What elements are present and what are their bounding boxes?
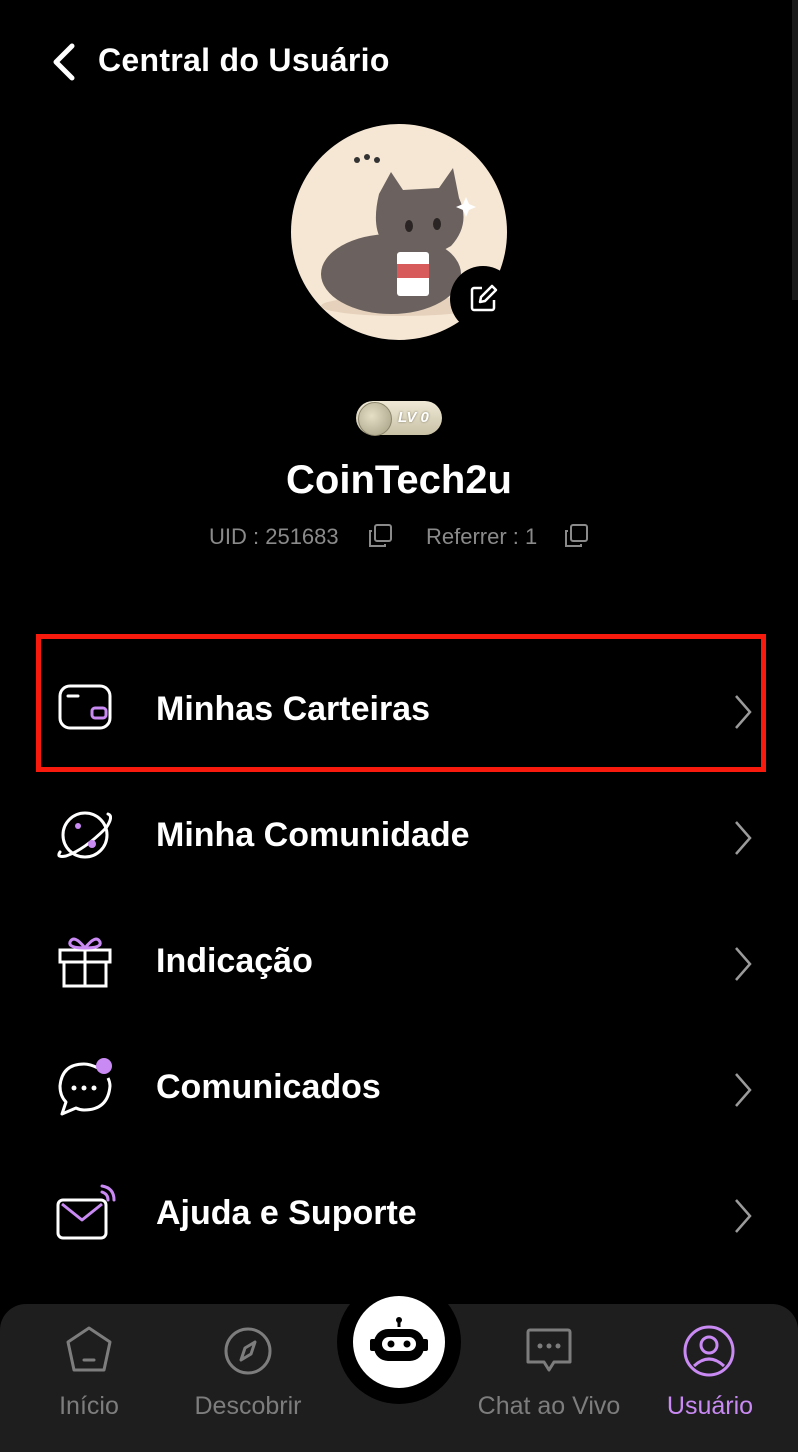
- username: CoinTech2u: [286, 458, 512, 502]
- referrer-text: Referrer : 1: [426, 524, 538, 549]
- menu-label: Comunicados: [156, 1068, 381, 1106]
- nav-label: Descobrir: [194, 1392, 302, 1420]
- edit-avatar-button[interactable]: [450, 266, 516, 332]
- page-title: Central do Usuário: [98, 42, 390, 78]
- back-button[interactable]: [44, 40, 88, 84]
- menu-item-wallets[interactable]: Minhas Carteiras: [0, 642, 798, 768]
- planet-icon: [57, 811, 113, 859]
- menu-label: Indicação: [156, 942, 313, 980]
- chevron-right-icon: [735, 695, 752, 729]
- chat-icon: [526, 1328, 572, 1372]
- menu-label: Ajuda e Suporte: [156, 1194, 417, 1232]
- robot-icon: [370, 1317, 428, 1361]
- menu-item-community[interactable]: Minha Comunidade: [0, 768, 798, 894]
- menu-item-referral[interactable]: Indicação: [0, 894, 798, 1020]
- nav-user[interactable]: Usuário: [610, 1304, 798, 1452]
- chevron-right-icon: [735, 947, 752, 981]
- chat-bubble-icon: [58, 1058, 112, 1116]
- compass-icon: [224, 1327, 272, 1375]
- menu-label: Minha Comunidade: [156, 816, 470, 854]
- avatar-container: [291, 124, 516, 340]
- ai-bot-button[interactable]: [353, 1296, 445, 1388]
- bot-button-ring: [337, 1280, 461, 1404]
- wallet-icon: [58, 684, 112, 730]
- edit-icon: [470, 284, 498, 312]
- nav-label: Usuário: [666, 1392, 754, 1420]
- menu-item-announcements[interactable]: Comunicados: [0, 1020, 798, 1146]
- level-text: LV 0: [398, 409, 429, 426]
- chevron-right-icon: [735, 1199, 752, 1233]
- copy-uid-icon[interactable]: [366, 522, 394, 550]
- gift-icon: [58, 937, 112, 988]
- menu-label: Minhas Carteiras: [156, 690, 430, 728]
- chevron-left-icon: [53, 43, 75, 81]
- nav-discover[interactable]: Descobrir: [148, 1304, 348, 1452]
- user-icon: [683, 1325, 735, 1377]
- scrollbar: [792, 0, 798, 300]
- level-coin-icon: [358, 402, 392, 436]
- menu-item-help-support[interactable]: Ajuda e Suporte: [0, 1146, 798, 1272]
- uid-text: UID : 251683: [209, 524, 339, 549]
- header: Central do Usuário: [0, 0, 798, 124]
- copy-referrer-icon[interactable]: [562, 522, 590, 550]
- chevron-right-icon: [735, 1073, 752, 1107]
- level-badge: LV 0: [356, 401, 442, 436]
- chevron-right-icon: [735, 821, 752, 855]
- home-icon: [66, 1326, 112, 1372]
- mail-icon: [56, 1184, 116, 1240]
- user-meta-row: UID : 251683 Referrer : 1: [0, 522, 798, 554]
